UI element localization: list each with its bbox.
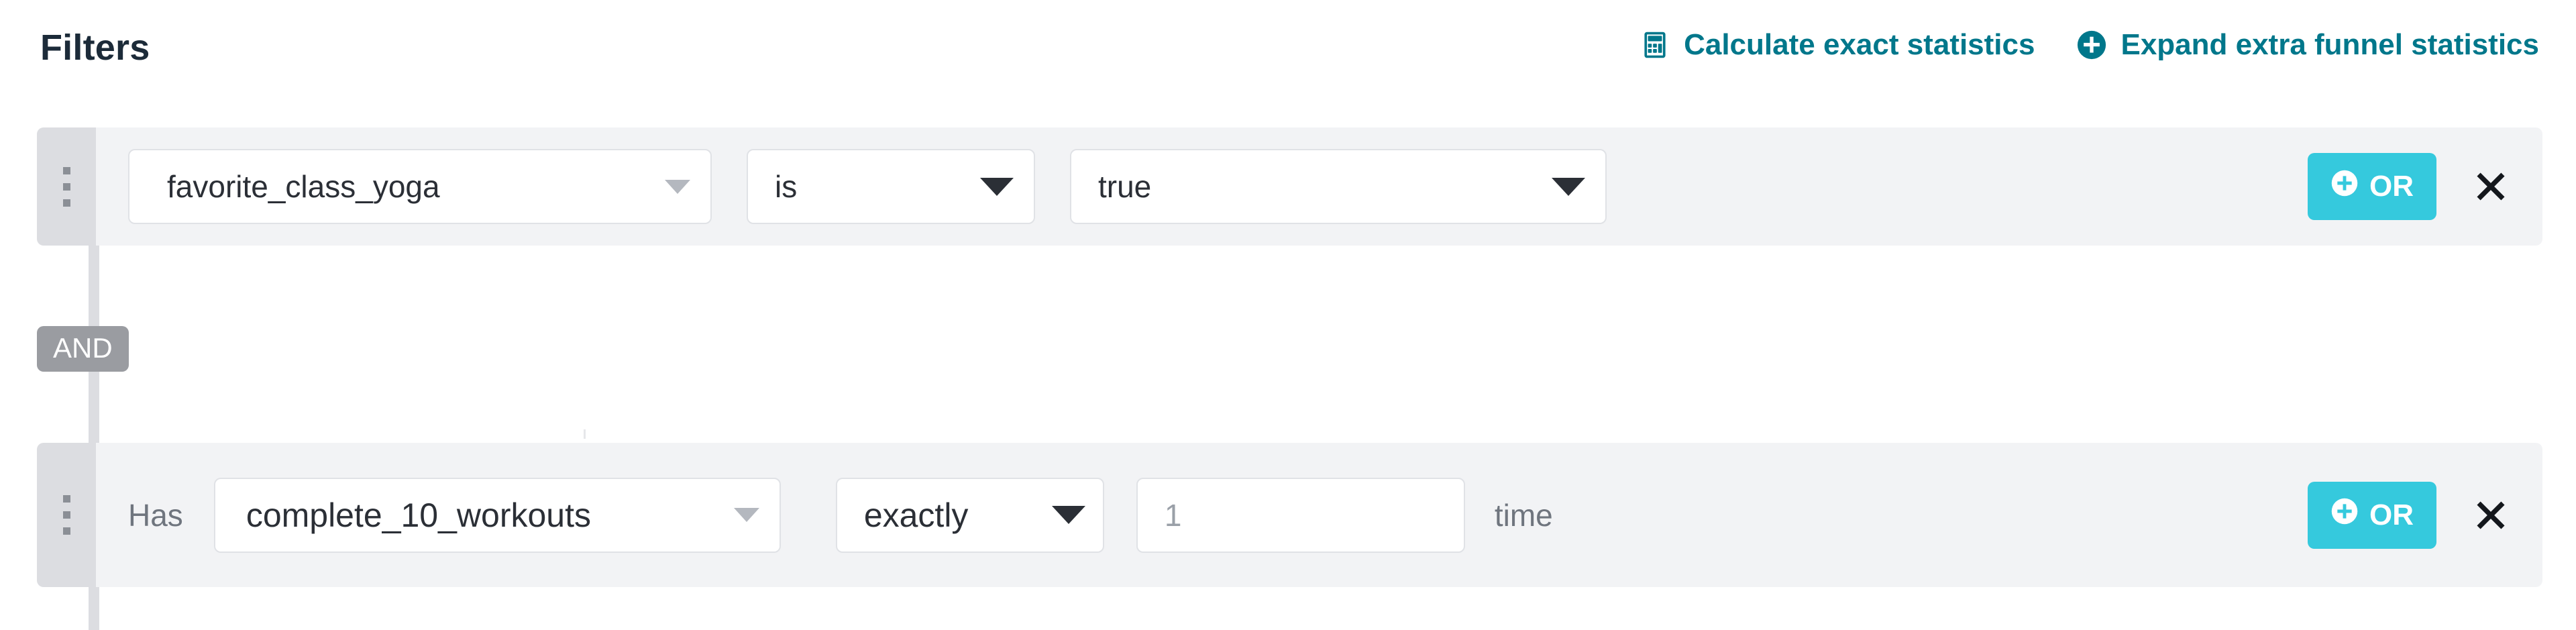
circle-plus-icon [2076, 30, 2107, 60]
filters-header: Filters Calculate exact statistics Expan… [0, 0, 2576, 127]
calculate-exact-statistics-link[interactable]: Calculate exact statistics [1640, 30, 2035, 60]
filter-row-actions: OR [2308, 481, 2542, 549]
expand-extra-funnel-statistics-link[interactable]: Expand extra funnel statistics [2076, 30, 2539, 60]
chevron-down-icon [665, 179, 690, 194]
value-select-value: true [1098, 169, 1152, 204]
add-or-condition-label: OR [2369, 170, 2414, 203]
circle-plus-icon [2330, 497, 2359, 533]
remove-filter-button[interactable] [2467, 492, 2514, 539]
calculator-icon [1640, 30, 1670, 60]
row-divider-tick [584, 429, 586, 439]
drag-dots-icon [62, 166, 70, 207]
expand-extra-funnel-statistics-label: Expand extra funnel statistics [2121, 28, 2539, 61]
chevron-down-icon [980, 177, 1014, 196]
remove-filter-button[interactable] [2467, 163, 2514, 210]
circle-plus-icon [2330, 169, 2359, 205]
add-or-condition-button[interactable]: OR [2308, 481, 2436, 549]
filter-row: favorite_class_yoga is true OR [37, 127, 2542, 246]
and-operator-badge[interactable]: AND [37, 326, 129, 372]
property-select-value: favorite_class_yoga [167, 169, 440, 204]
add-or-condition-button[interactable]: OR [2308, 153, 2436, 220]
event-select-value: complete_10_workouts [246, 496, 591, 534]
filter-row: Has complete_10_workouts exactly 1 time [37, 443, 2542, 587]
filter-row-content: favorite_class_yoga is true OR [96, 127, 2542, 246]
header-actions: Calculate exact statistics Expand extra … [1640, 30, 2539, 60]
event-select[interactable]: complete_10_workouts [213, 477, 781, 553]
operator-select-value: is [775, 169, 798, 204]
operator-select[interactable]: is [747, 149, 1035, 224]
drag-handle[interactable] [37, 127, 96, 246]
add-or-condition-label: OR [2369, 498, 2414, 531]
calculate-exact-statistics-label: Calculate exact statistics [1684, 28, 2035, 61]
page-title: Filters [40, 28, 150, 68]
chevron-down-icon [1552, 177, 1585, 196]
count-unit-label: time [1494, 497, 1553, 533]
filter-row-content: Has complete_10_workouts exactly 1 time [96, 443, 2542, 587]
count-input[interactable]: 1 [1136, 477, 1465, 553]
chevron-down-icon [1051, 506, 1085, 524]
filter-row-actions: OR [2308, 153, 2542, 220]
value-select[interactable]: true [1070, 149, 1607, 224]
drag-dots-icon [62, 495, 70, 535]
drag-handle[interactable] [37, 443, 96, 587]
count-operator-select[interactable]: exactly [835, 477, 1104, 553]
close-icon [2477, 501, 2505, 529]
filters-body: favorite_class_yoga is true OR AND Has c… [0, 127, 2576, 630]
property-select[interactable]: favorite_class_yoga [128, 149, 712, 224]
has-prefix-label: Has [128, 497, 183, 533]
count-operator-select-value: exactly [863, 496, 969, 534]
chevron-down-icon [733, 508, 759, 522]
close-icon [2477, 172, 2505, 201]
